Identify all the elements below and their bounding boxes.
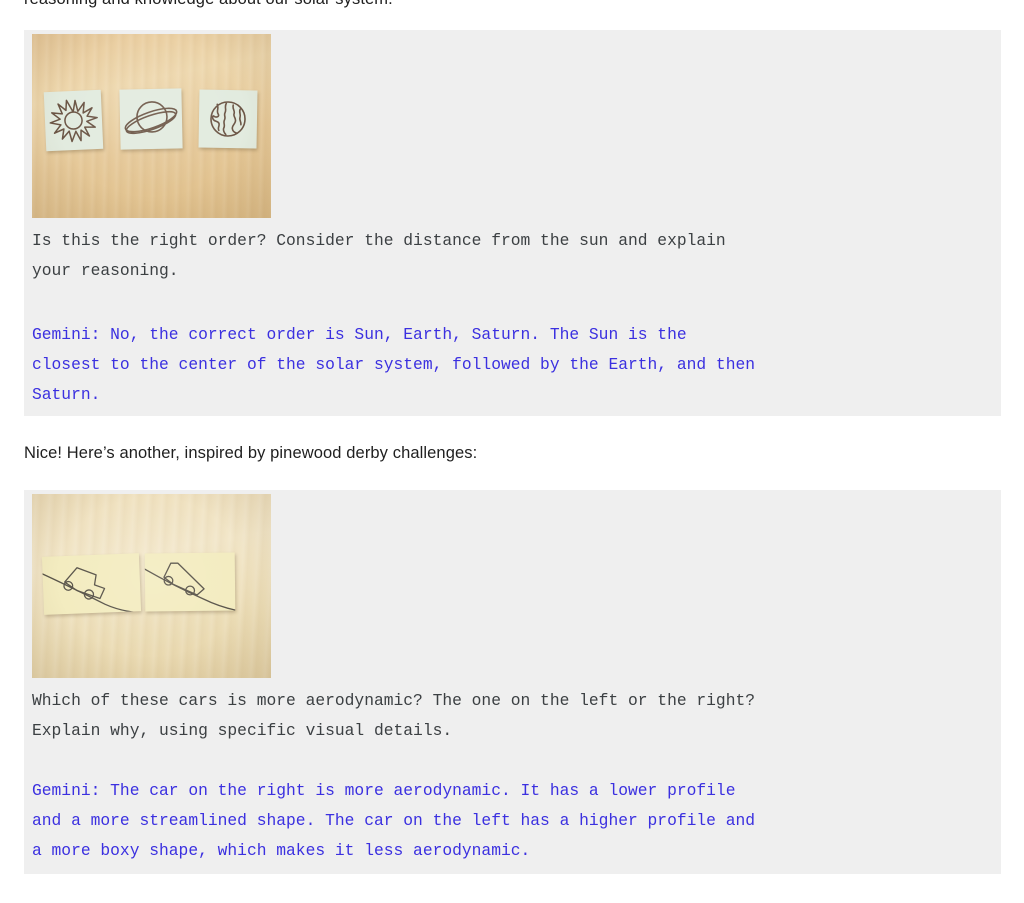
- photo-vignette: [32, 494, 271, 678]
- solar-system-photo: [32, 34, 271, 218]
- interstitial-paragraph: Nice! Here’s another, inspired by pinewo…: [24, 444, 478, 462]
- article-page: reasoning and knowledge about our solar …: [0, 0, 1024, 903]
- prompt-text-pinewood-derby: Which of these cars is more aerodynamic?…: [32, 691, 756, 740]
- photo-vignette: [32, 34, 271, 218]
- gemini-response-solar-system: Gemini: No, the correct order is Sun, Ea…: [32, 325, 756, 404]
- gemini-response-pinewood-derby: Gemini: The car on the right is more aer…: [32, 781, 756, 860]
- pinewood-derby-photo: [32, 494, 271, 678]
- example-block-pinewood-derby: Which of these cars is more aerodynamic?…: [24, 490, 1001, 874]
- example-block-solar-system: Is this the right order? Consider the di…: [24, 30, 1001, 416]
- clipped-intro-paragraph: reasoning and knowledge about our solar …: [24, 0, 984, 8]
- prompt-text-solar-system: Is this the right order? Consider the di…: [32, 231, 726, 280]
